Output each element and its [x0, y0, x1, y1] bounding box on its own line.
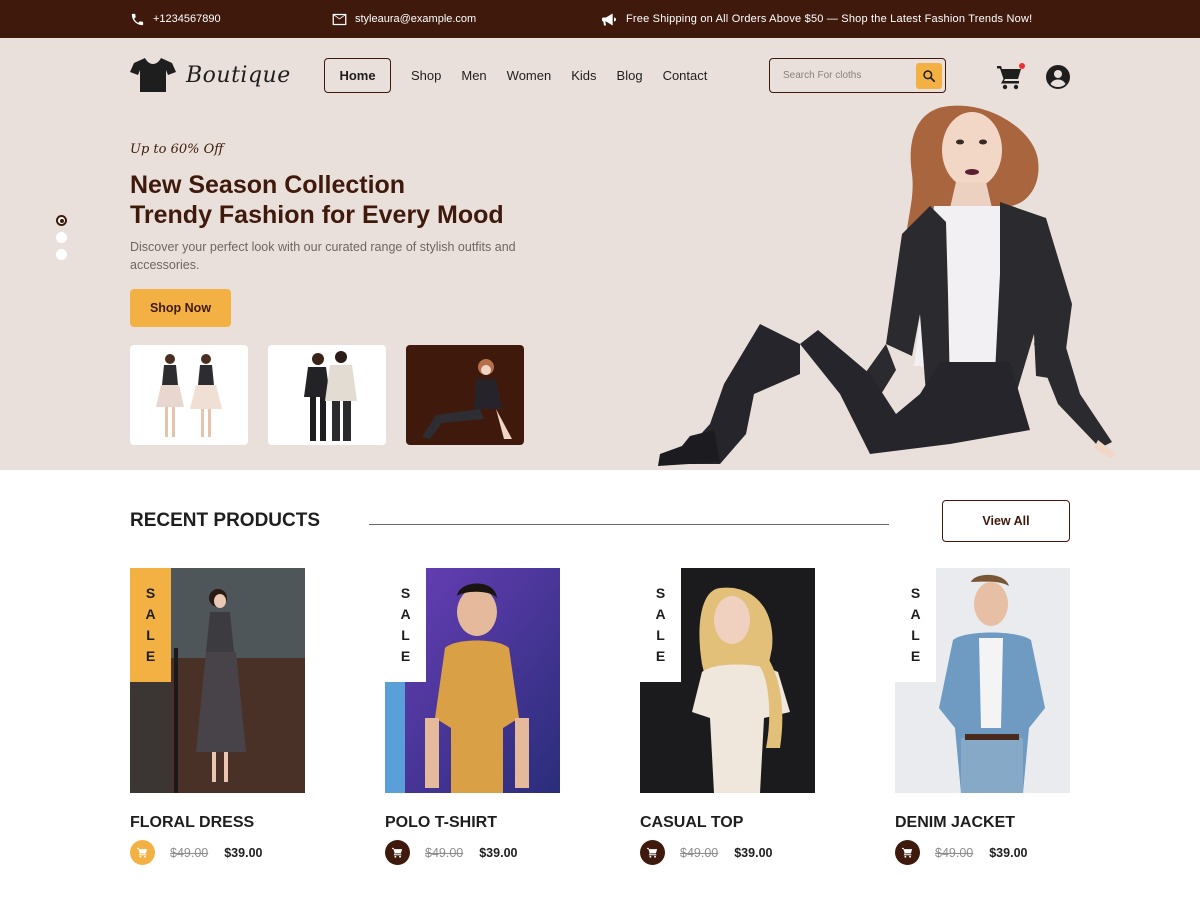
hero-headline-line1: New Season Collection — [130, 171, 406, 199]
product-image-polo-t-shirt[interactable]: S A L E — [385, 568, 560, 793]
top-bar: +1234567890 styleaura@example.com Free S… — [0, 0, 1200, 38]
slider-dots — [56, 215, 67, 260]
nav-men[interactable]: Men — [461, 68, 486, 83]
product-image-floral-dress[interactable]: S A L E — [130, 568, 305, 793]
cart-button[interactable] — [997, 63, 1025, 90]
woman-sitting-photo — [422, 359, 512, 439]
email-contact[interactable]: styleaura@example.com — [332, 0, 476, 38]
product-image-casual-top[interactable]: S A L E — [640, 568, 815, 793]
product-price-row: $49.00 $39.00 — [385, 840, 517, 865]
section-divider — [369, 524, 889, 525]
product-price-row: $49.00 $39.00 — [640, 840, 772, 865]
cart-icon — [137, 847, 148, 858]
mail-icon — [332, 13, 347, 25]
add-to-cart-button[interactable] — [130, 840, 155, 865]
search-button[interactable] — [916, 63, 942, 89]
hero-headline: New Season Collection Trendy Fashion for… — [130, 170, 504, 230]
add-to-cart-button[interactable] — [640, 840, 665, 865]
couple-photo — [304, 351, 357, 441]
sale-badge: S A L E — [385, 568, 426, 682]
nav-contact[interactable]: Contact — [663, 68, 708, 83]
hero-thumbnail-3[interactable] — [406, 345, 524, 445]
hero-section: Boutique Home Shop Men Women Kids Blog C… — [0, 38, 1200, 470]
product-old-price: $49.00 — [680, 845, 719, 860]
cart-icon — [902, 847, 913, 858]
logo-text: Boutique — [186, 62, 291, 88]
nav-blog[interactable]: Blog — [617, 68, 643, 83]
user-icon — [1046, 65, 1070, 89]
nav-kids[interactable]: Kids — [571, 68, 596, 83]
tshirt-icon — [130, 58, 176, 92]
product-name[interactable]: CASUAL TOP — [640, 814, 743, 832]
hero-headline-line2: Trendy Fashion for Every Mood — [130, 201, 504, 229]
cart-icon — [647, 847, 658, 858]
shipping-announcement: Free Shipping on All Orders Above $50 — … — [602, 0, 1032, 38]
slider-dot-1[interactable] — [56, 215, 67, 226]
sale-badge: S A L E — [130, 568, 171, 682]
nav-shop[interactable]: Shop — [411, 68, 441, 83]
hero-description: Discover your perfect look with our cura… — [130, 240, 516, 272]
nav-home[interactable]: Home — [324, 58, 391, 93]
search-icon — [923, 70, 936, 83]
product-price-row: $49.00 $39.00 — [895, 840, 1027, 865]
slider-dot-3[interactable] — [56, 249, 67, 260]
view-all-button[interactable]: View All — [942, 500, 1070, 542]
hero-model-photo — [658, 105, 1116, 466]
product-price: $39.00 — [479, 845, 518, 860]
logo[interactable]: Boutique — [130, 57, 291, 93]
search-box — [769, 58, 946, 93]
megaphone-icon — [602, 13, 616, 25]
slider-dot-2[interactable] — [56, 232, 67, 243]
product-old-price: $49.00 — [935, 845, 974, 860]
cart-notification-dot — [1019, 63, 1025, 69]
shop-now-button[interactable]: Shop Now — [130, 289, 231, 327]
recent-products-title: RECENT PRODUCTS — [130, 510, 321, 531]
phone-contact[interactable]: +1234567890 — [130, 0, 221, 38]
hero-thumbnail-1[interactable] — [130, 345, 248, 445]
add-to-cart-button[interactable] — [895, 840, 920, 865]
product-price: $39.00 — [989, 845, 1028, 860]
main-nav: Home Shop Men Women Kids Blog Contact — [324, 58, 727, 93]
product-price: $39.00 — [734, 845, 773, 860]
product-old-price: $49.00 — [170, 845, 209, 860]
sale-badge: S A L E — [895, 568, 936, 682]
two-women-photo — [156, 354, 222, 437]
product-name[interactable]: DENIM JACKET — [895, 814, 1015, 832]
product-name[interactable]: POLO T-SHIRT — [385, 814, 497, 832]
nav-women[interactable]: Women — [507, 68, 552, 83]
announcement-text: Free Shipping on All Orders Above $50 — … — [626, 13, 1033, 25]
email-address: styleaura@example.com — [355, 13, 477, 25]
product-image-denim-jacket[interactable]: S A L E — [895, 568, 1070, 793]
product-price-row: $49.00 $39.00 — [130, 840, 262, 865]
product-old-price: $49.00 — [425, 845, 464, 860]
user-account-button[interactable] — [1046, 65, 1070, 94]
hero-tagline: Up to 60% Off — [130, 142, 224, 157]
product-price: $39.00 — [224, 845, 263, 860]
phone-number: +1234567890 — [153, 13, 221, 25]
hero-thumbnail-2[interactable] — [268, 345, 386, 445]
search-input[interactable] — [770, 70, 910, 81]
phone-icon — [131, 13, 144, 25]
sale-badge: S A L E — [640, 568, 681, 682]
cart-icon — [392, 847, 403, 858]
product-name[interactable]: FLORAL DRESS — [130, 814, 254, 832]
add-to-cart-button[interactable] — [385, 840, 410, 865]
